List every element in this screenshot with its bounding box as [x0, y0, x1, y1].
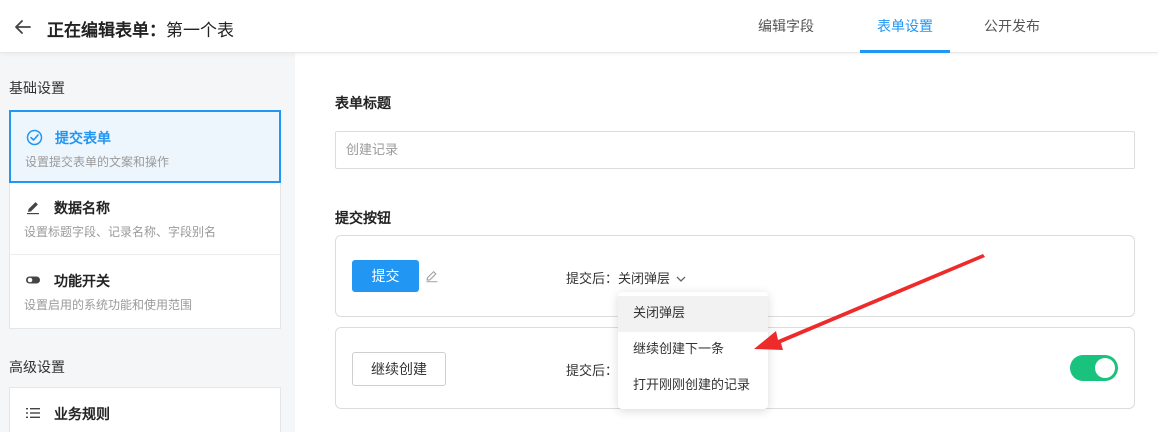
page-title: 正在编辑表单：第一个表	[47, 16, 234, 41]
sidebar-item-business-rules[interactable]: 业务规则	[10, 388, 280, 432]
page-title-prefix: 正在编辑表单：	[47, 21, 166, 41]
advanced-settings-title: 高级设置	[9, 360, 65, 376]
settings-sidebar: 基础设置 提交表单 设置提交表单的文案和操作 数据名称 设置标题字段、记录名称、…	[0, 53, 295, 432]
submit-button-section-label: 提交按钮	[335, 211, 391, 227]
after-continue-select[interactable]: 提交后：	[566, 360, 618, 379]
sidebar-item-label: 提交表单	[55, 131, 111, 147]
edit-pencil-icon[interactable]	[425, 269, 439, 283]
list-icon	[24, 404, 42, 422]
sidebar-item-feature-switch[interactable]: 功能开关 设置启用的系统功能和使用范围	[10, 255, 280, 328]
advanced-settings-list: 业务规则	[9, 387, 281, 432]
back-arrow-icon[interactable]	[12, 16, 34, 38]
sidebar-item-label: 功能开关	[54, 274, 110, 290]
sidebar-item-label: 数据名称	[54, 201, 110, 217]
basic-settings-title: 基础设置	[9, 81, 65, 97]
submit-button-preview[interactable]: 提交	[352, 260, 419, 292]
toggle-knob	[1095, 358, 1115, 378]
tab-publish[interactable]: 公开发布	[966, 0, 1058, 53]
form-name: 第一个表	[166, 21, 234, 41]
header-bar: 正在编辑表单：第一个表 编辑字段 表单设置 公开发布	[0, 0, 1158, 53]
sidebar-item-desc: 设置标题字段、记录名称、字段别名	[24, 225, 217, 239]
after-submit-select[interactable]: 提交后：关闭弹层	[566, 268, 686, 287]
sidebar-item-label: 业务规则	[54, 407, 110, 423]
form-title-input[interactable]	[335, 131, 1135, 169]
sidebar-item-desc: 设置提交表单的文案和操作	[25, 155, 170, 169]
continue-create-button[interactable]: 继续创建	[352, 352, 446, 386]
dropdown-option-close-layer[interactable]: 关闭弹层	[618, 296, 768, 332]
sidebar-item-data-name[interactable]: 数据名称 设置标题字段、记录名称、字段别名	[10, 182, 280, 255]
tab-edit-fields[interactable]: 编辑字段	[740, 0, 832, 53]
tab-form-settings[interactable]: 表单设置	[850, 0, 960, 53]
sidebar-item-desc: 设置启用的系统功能和使用范围	[24, 298, 193, 312]
dropdown-option-open-created[interactable]: 打开刚刚创建的记录	[618, 368, 768, 404]
after-submit-value: 关闭弹层	[618, 272, 671, 287]
chevron-down-icon	[676, 272, 686, 287]
pencil-icon	[24, 198, 42, 216]
sidebar-item-submit-form[interactable]: 提交表单 设置提交表单的文案和操作	[9, 110, 281, 183]
toggle-icon	[24, 271, 42, 289]
after-submit-label: 提交后：	[566, 272, 619, 287]
dropdown-option-continue-next[interactable]: 继续创建下一条	[618, 332, 768, 368]
basic-settings-list: 提交表单 设置提交表单的文案和操作 数据名称 设置标题字段、记录名称、字段别名 …	[9, 110, 281, 329]
tab-bar: 编辑字段 表单设置 公开发布	[740, 0, 1058, 53]
check-circle-icon	[25, 128, 43, 146]
after-continue-label: 提交后：	[566, 364, 619, 379]
after-submit-dropdown: 关闭弹层 继续创建下一条 打开刚刚创建的记录	[618, 292, 768, 409]
continue-create-toggle[interactable]	[1070, 355, 1118, 381]
form-title-label: 表单标题	[335, 96, 391, 112]
